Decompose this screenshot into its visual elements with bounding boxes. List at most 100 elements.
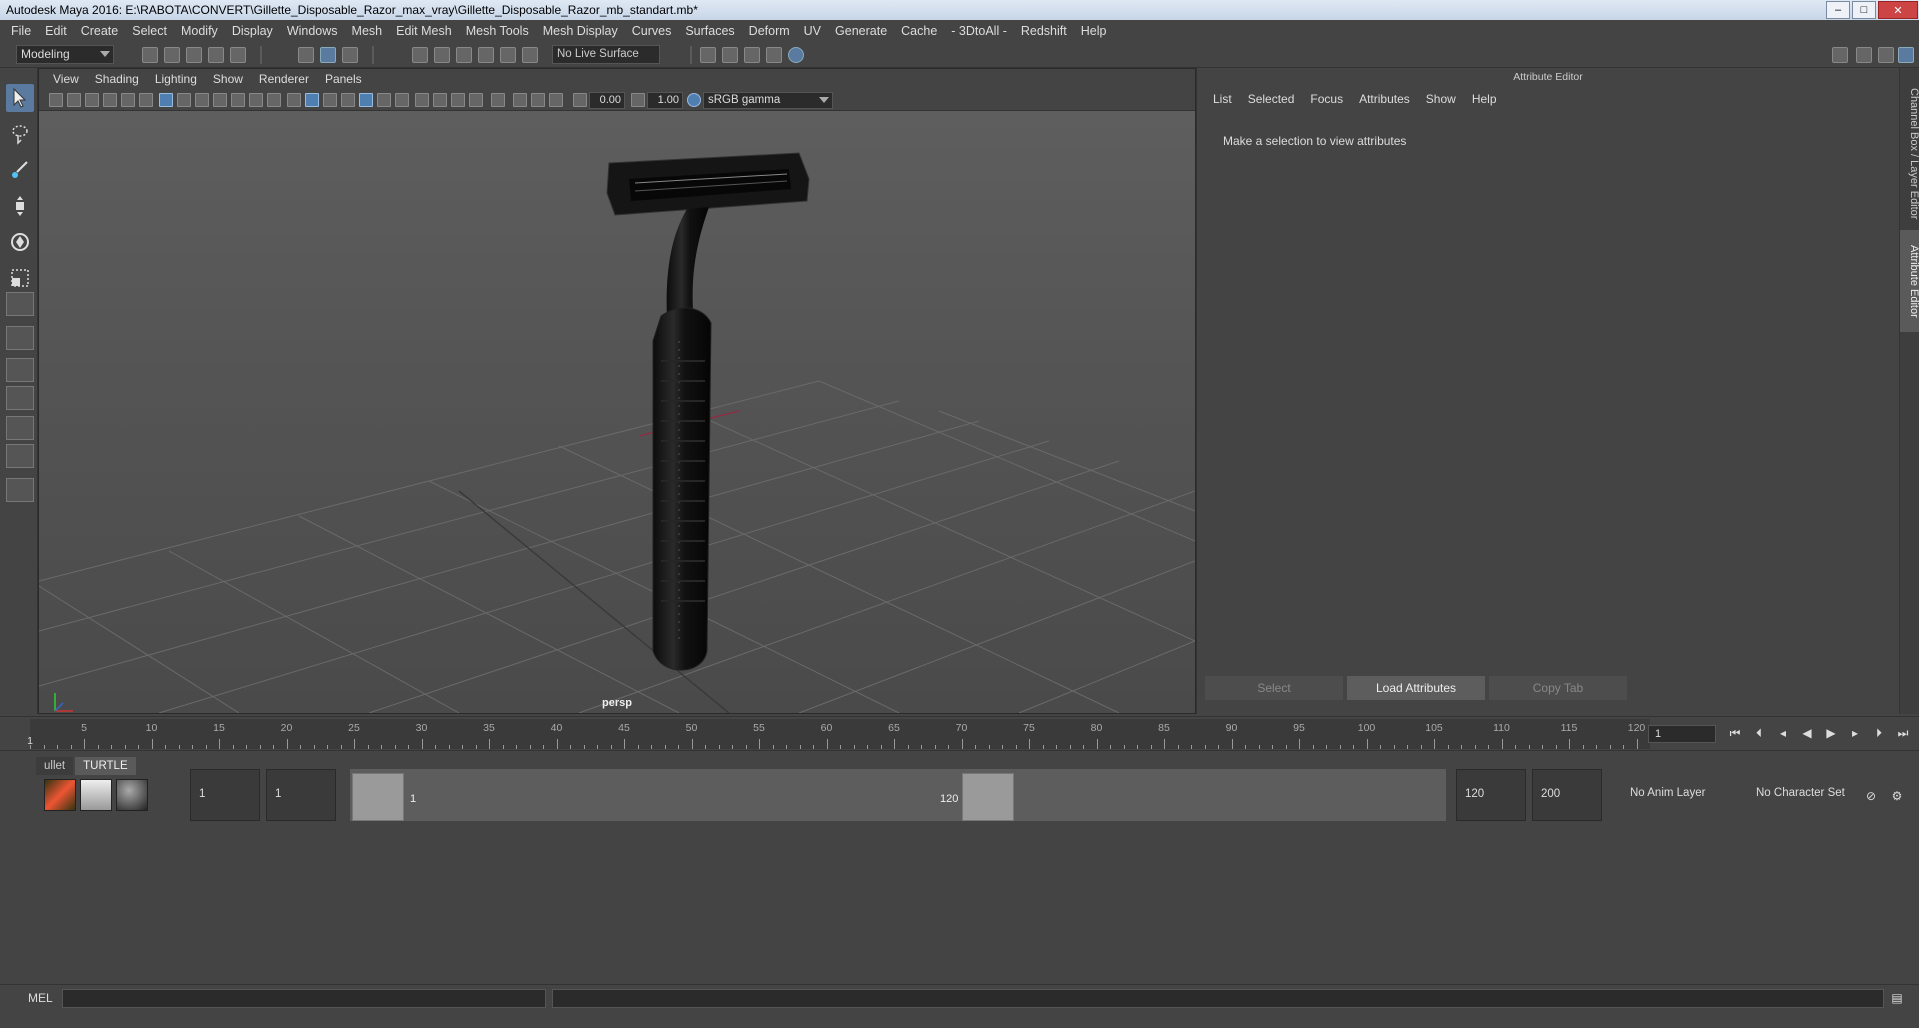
load-attributes-button[interactable]: Load Attributes [1347,676,1485,700]
step-forward-icon[interactable]: ⏵ [1872,726,1886,740]
attr-menu-help[interactable]: Help [1464,92,1505,106]
exposure-field[interactable]: 0.00 [589,92,625,109]
render-settings-icon[interactable] [700,47,716,63]
make-live-icon[interactable] [522,47,538,63]
menu-file[interactable]: File [4,20,38,42]
anim-layer-dropdown[interactable]: No Anim Layer [1630,769,1726,821]
tool-settings-icon[interactable] [1878,47,1894,63]
graph-layout-button[interactable] [6,444,34,468]
last-tool-button[interactable] [6,292,34,316]
camera-attributes-icon[interactable] [67,93,81,107]
turtle-shader-icon[interactable] [116,779,148,811]
single-pane-layout-button[interactable] [6,326,34,350]
redo-icon[interactable] [230,47,246,63]
attr-menu-focus[interactable]: Focus [1302,92,1351,106]
gamma-icon[interactable] [631,93,645,107]
3d-scene-view[interactable]: persp [39,111,1195,713]
copy-tab-button[interactable]: Copy Tab [1489,676,1627,700]
animation-end-field[interactable]: 200 [1532,769,1602,821]
grease-pencil-icon[interactable] [121,93,135,107]
tab-channel-box[interactable]: Channel Box / Layer Editor [1900,84,1919,224]
viewport-menu-shading[interactable]: Shading [87,72,147,86]
range-start-handle[interactable] [352,773,404,821]
menu-help[interactable]: Help [1074,20,1114,42]
menu-display[interactable]: Display [225,20,280,42]
anti-aliasing-icon[interactable] [451,93,465,107]
safe-title-icon[interactable] [267,93,281,107]
step-back-key-icon[interactable]: ◂ [1776,726,1790,740]
snap-grid-icon[interactable] [412,47,428,63]
viewport-menu-show[interactable]: Show [205,72,251,86]
tab-attribute-editor[interactable]: Attribute Editor [1900,230,1919,332]
xray-joints-icon[interactable] [531,93,545,107]
undo-icon[interactable] [208,47,224,63]
select-hierarchy-icon[interactable] [298,47,314,63]
camera-select-icon[interactable] [49,93,63,107]
menu-redshift[interactable]: Redshift [1014,20,1074,42]
gamma-field[interactable]: 1.00 [647,92,683,109]
smooth-shade-icon[interactable] [305,93,319,107]
menu-surfaces[interactable]: Surfaces [678,20,741,42]
menu-edit-mesh[interactable]: Edit Mesh [389,20,459,42]
xray-icon[interactable] [513,93,527,107]
menu-uv[interactable]: UV [797,20,828,42]
range-slider-track[interactable]: 1 120 [350,769,1446,821]
four-pane-layout-button[interactable] [6,358,34,382]
menu-mesh[interactable]: Mesh [345,20,390,42]
playback-start-field[interactable]: 1 [266,769,336,821]
image-plane-icon[interactable] [103,93,117,107]
field-chart-icon[interactable] [231,93,245,107]
menu-windows[interactable]: Windows [280,20,345,42]
attr-menu-show[interactable]: Show [1418,92,1464,106]
ipr-render-icon[interactable] [744,47,760,63]
shadows-icon[interactable] [395,93,409,107]
textured-icon[interactable] [359,93,373,107]
snap-view-plane-icon[interactable] [478,47,494,63]
isolate-select-icon[interactable] [491,93,505,107]
attr-menu-list[interactable]: List [1205,92,1240,106]
wireframe-icon[interactable] [287,93,301,107]
step-back-icon[interactable]: ⏴ [1752,726,1766,740]
save-scene-icon[interactable] [186,47,202,63]
live-surface-field[interactable]: No Live Surface [552,45,660,64]
depth-of-field-icon[interactable] [469,93,483,107]
auto-key-icon[interactable]: ⊘ [1864,789,1878,803]
channel-box-icon[interactable] [1898,47,1914,63]
attr-menu-attributes[interactable]: Attributes [1351,92,1418,106]
menu-edit[interactable]: Edit [38,20,74,42]
select-object-icon[interactable] [320,47,336,63]
razor-model[interactable] [606,152,810,671]
two-pane-layout-button[interactable] [6,386,34,410]
menu-deform[interactable]: Deform [742,20,797,42]
snap-surface-icon[interactable] [500,47,516,63]
color-management-icon[interactable] [687,93,701,107]
menu-mesh-display[interactable]: Mesh Display [536,20,625,42]
viewport-menu-view[interactable]: View [45,72,87,86]
snap-curve-icon[interactable] [434,47,450,63]
turtle-bake-icon[interactable] [80,779,112,811]
shelf-tab-turtle[interactable]: TURTLE [75,757,136,775]
command-input[interactable] [62,989,546,1008]
bookmark-icon[interactable] [85,93,99,107]
character-set-dropdown[interactable]: No Character Set [1756,769,1856,821]
view-transform-dropdown[interactable]: sRGB gamma [703,92,833,109]
current-frame-field[interactable]: 1 [1648,725,1716,743]
script-editor-icon[interactable]: ▤ [1890,991,1904,1005]
play-backward-icon[interactable]: ◀ [1800,726,1814,740]
film-gate-icon[interactable] [177,93,191,107]
go-to-start-icon[interactable]: ⏮ [1728,726,1742,740]
select-tool-button[interactable] [6,84,34,112]
hypershade-icon[interactable] [788,47,804,63]
use-all-lights-icon[interactable] [377,93,391,107]
select-button[interactable]: Select [1205,676,1343,700]
new-scene-icon[interactable] [142,47,158,63]
play-forward-icon[interactable]: ▶ [1824,726,1838,740]
resolution-gate-icon[interactable] [195,93,209,107]
menu-modify[interactable]: Modify [174,20,225,42]
minimize-button[interactable]: – [1826,1,1850,19]
outliner-layout-button[interactable] [6,416,34,440]
menu-curves[interactable]: Curves [625,20,679,42]
range-end-handle[interactable] [962,773,1014,821]
render-current-frame-icon[interactable] [766,47,782,63]
default-lighting-icon[interactable] [323,93,337,107]
